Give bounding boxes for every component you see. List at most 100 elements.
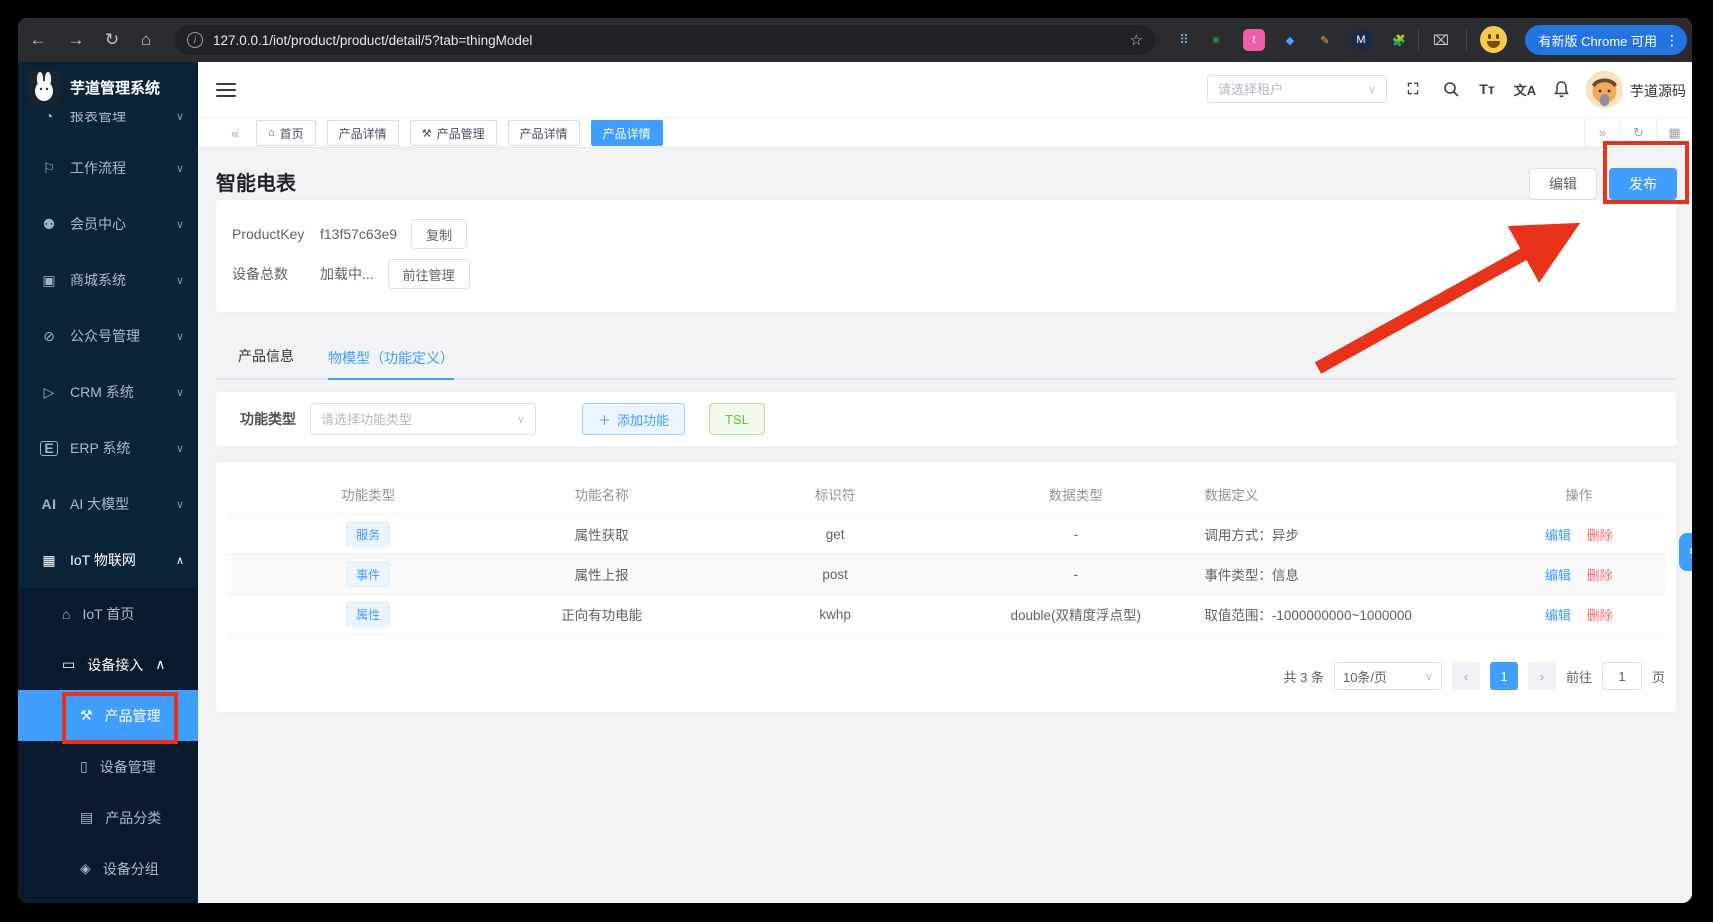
tsl-button[interactable]: TSL [709,403,765,435]
chevron-down-icon: ∨ [176,498,184,511]
font-size-icon[interactable]: Tт [1474,76,1500,102]
pin-extension-icon[interactable]: ◆ [1279,29,1301,51]
chrome-profile-avatar[interactable] [1480,26,1507,53]
goto-manage-button[interactable]: 前往管理 [388,259,470,289]
edit-button[interactable]: 编辑 [1529,168,1597,200]
translate-extension-icon[interactable]: t [1243,29,1265,51]
url-text[interactable]: 127.0.0.1/iot/product/product/detail/5?t… [213,33,1130,48]
page-content: 智能电表 编辑 发布 ProductKey f13f57c63e9 复制 设备总… [198,148,1692,903]
sidebar-item-mall[interactable]: ▣ 商城系统 ∨ [18,252,198,308]
tab-product-detail-1[interactable]: 产品详情 [327,120,399,146]
goto-page-input[interactable] [1602,662,1642,690]
screenshot-root: { "browser": { "url": "127.0.0.1/iot/pro… [0,0,1713,922]
app-title: 芋道管理系统 [70,77,160,98]
sidebar-item-iot-home[interactable]: ⌂ IoT 首页 [18,588,198,639]
row-edit-link[interactable]: 编辑 [1545,528,1571,543]
sidebar-item-member[interactable]: ⚉ 会员中心 ∨ [18,196,198,252]
function-type-select[interactable]: ∨ [310,403,536,435]
atom-extension-icon[interactable]: ✳ [1205,29,1227,51]
sidebar-collapse-icon[interactable] [216,79,236,99]
data-definition: 取值范围：-1000000000~1000000 [1176,594,1492,634]
app-logo[interactable]: 芋道管理系统 [18,62,198,112]
tools-icon: ⚒ [80,707,93,724]
sidebar-item-mp[interactable]: ⊘ 公众号管理 ∨ [18,308,198,364]
sidebar-item-product-category[interactable]: ▤ 产品分类 [18,792,198,843]
sidebar-item-device-access[interactable]: ▭ 设备接入 ∧ [18,639,198,690]
tags-scroll-right-icon[interactable]: » [1584,118,1620,147]
function-name: 属性获取 [508,514,695,554]
forward-icon[interactable]: → [62,18,90,62]
pagination-next-button[interactable]: › [1528,662,1556,690]
official-account-icon: ⊘ [40,328,58,345]
chevron-down-icon: ∨ [176,274,184,287]
sidebar-item-erp[interactable]: E ERP 系统 ∨ [18,420,198,476]
row-edit-link[interactable]: 编辑 [1545,568,1571,583]
publish-button[interactable]: 发布 [1609,168,1677,200]
tab-thing-model[interactable]: 物模型（功能定义） [328,340,454,380]
product-key-label: ProductKey [232,226,320,242]
row-delete-link[interactable]: 删除 [1587,568,1613,583]
home-icon: ⌂ [62,606,70,622]
tab-product-info[interactable]: 产品信息 [238,338,294,378]
search-icon[interactable] [1438,76,1464,102]
tab-product-management[interactable]: ⚒ 产品管理 [410,120,497,146]
product-info-card: ProductKey f13f57c63e9 复制 设备总数 加载中... 前往… [216,200,1677,312]
user-avatar[interactable] [1586,71,1623,108]
broom-extension-icon[interactable]: ✎ [1314,29,1336,51]
tenant-select-input[interactable] [1218,82,1368,97]
reload-icon[interactable]: ↻ [98,18,126,62]
device-total-value: 加载中... [320,264,374,284]
add-function-button[interactable]: ＋ 添加功能 [582,403,685,435]
back-icon[interactable]: ← [24,18,52,62]
fullscreen-icon[interactable]: ⛶ [1400,76,1426,102]
tags-layout-icon[interactable]: ▦ [1656,118,1692,147]
page-size-select[interactable]: 10条/页 ∨ [1334,662,1442,690]
row-delete-link[interactable]: 删除 [1587,608,1613,623]
sidebar-item-device-group[interactable]: ◈ 设备分组 [18,843,198,894]
function-type-select-input[interactable] [321,412,517,427]
app-header: ∨ ⛶ Tт 文A 芋道源码 [198,62,1692,117]
col-header-type: 功能类型 [228,474,508,514]
site-info-icon[interactable]: i [187,32,203,48]
type-tag: 属性 [346,602,390,627]
bookmark-star-icon[interactable]: ☆ [1130,31,1143,49]
row-delete-link[interactable]: 删除 [1587,528,1613,543]
tab-product-detail-2[interactable]: 产品详情 [508,120,580,146]
layers-icon: ◈ [80,860,91,877]
locale-icon[interactable]: 文A [1512,76,1538,102]
thing-model-table: 功能类型 功能名称 标识符 数据类型 数据定义 操作 服务 属性获取 get [228,474,1665,635]
browser-window: ← → ↻ ⌂ i 127.0.0.1/iot/product/product/… [18,18,1692,903]
sidebar-item-ai[interactable]: AI AI 大模型 ∨ [18,476,198,532]
sidebar: 芋道管理系统 ◔ 报表管理 ∨ ⚐ 工作流程 ∨ ⚉ 会员中心 ∨ ▣ 商城系统… [18,62,198,903]
tags-refresh-icon[interactable]: ↻ [1620,118,1656,147]
address-bar[interactable]: i 127.0.0.1/iot/product/product/detail/5… [175,25,1155,55]
chrome-menu-icon[interactable]: ⋮ [1665,32,1679,49]
username[interactable]: 芋道源码 [1630,81,1686,101]
m-extension-icon[interactable]: M [1350,29,1372,51]
product-key-value: f13f57c63e9 [320,226,397,242]
sidebar-item-crm[interactable]: ▷ CRM 系统 ∨ [18,364,198,420]
tab-home[interactable]: ⌂ 首页 [256,120,316,146]
chevron-down-icon: ∨ [176,162,184,175]
mall-icon: ▣ [40,272,58,289]
browser-home-icon[interactable]: ⌂ [132,18,160,62]
extensions-puzzle-icon[interactable]: 🧩 [1388,29,1410,51]
capture-tool-icon[interactable]: ⌧ [1430,29,1452,51]
copy-button[interactable]: 复制 [411,219,467,249]
col-header-definition: 数据定义 [1176,474,1492,514]
tenant-select[interactable]: ∨ [1207,75,1387,103]
tags-scroll-left-icon[interactable]: « [220,118,250,147]
sidebar-item-device-management[interactable]: ▯ 设备管理 [18,741,198,792]
sidebar-item-iot[interactable]: ▦ IoT 物联网 ∧ [18,532,198,588]
sidebar-item-product-management[interactable]: ⚒ 产品管理 [18,690,198,741]
settings-gear-button[interactable]: ⚙ [1679,533,1692,571]
row-edit-link[interactable]: 编辑 [1545,608,1571,623]
chrome-update-button[interactable]: 有新版 Chrome 可用 ⋮ [1525,25,1687,55]
pagination: 共 3 条 10条/页 ∨ ‹ 1 › 前往 页 [1284,662,1666,690]
grid-extension-icon[interactable]: ⠿ [1173,29,1195,51]
sidebar-item-workflow[interactable]: ⚐ 工作流程 ∨ [18,140,198,196]
pagination-prev-button[interactable]: ‹ [1452,662,1480,690]
pagination-page-1[interactable]: 1 [1490,662,1518,690]
notification-bell-icon[interactable] [1548,76,1574,102]
tab-product-detail-active[interactable]: 产品详情 [591,120,663,146]
